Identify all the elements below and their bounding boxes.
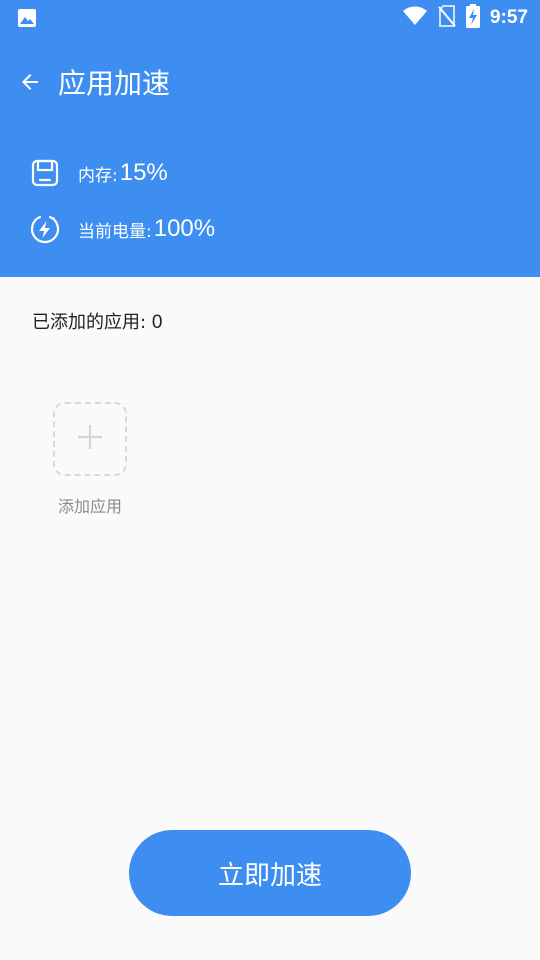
add-app-button[interactable] — [53, 402, 127, 476]
battery-label: 当前电量: — [78, 221, 152, 242]
memory-label: 内存: — [78, 165, 118, 186]
added-apps-count: 已添加的应用: 0 — [32, 311, 162, 335]
battery-value: 100% — [153, 215, 216, 242]
boost-now-button[interactable]: 立即加速 — [129, 830, 411, 916]
battery-charging-icon — [465, 4, 480, 32]
added-apps-label: 已添加的应用: — [32, 312, 147, 333]
app-screen: 9:57 应用加速 内存: 15% 当前电量: 100% 已添加的应用: 0 添… — [0, 0, 540, 960]
plus-icon — [77, 424, 103, 454]
image-icon — [17, 8, 37, 28]
status-bar: 9:57 — [0, 0, 540, 36]
toolbar: 应用加速 — [0, 56, 540, 112]
memory-value: 15% — [119, 159, 168, 186]
arrow-left-icon — [18, 70, 42, 98]
page-title: 应用加速 — [58, 67, 171, 100]
status-icons: 9:57 — [402, 4, 528, 32]
header-panel: 9:57 应用加速 内存: 15% 当前电量: 100% — [0, 0, 540, 277]
wifi-icon — [402, 6, 428, 30]
battery-stat: 当前电量: 100% — [28, 211, 215, 247]
added-apps-number: 0 — [151, 312, 163, 333]
back-button[interactable] — [10, 64, 50, 104]
memory-card-icon — [28, 156, 62, 190]
add-app-label: 添加应用 — [57, 497, 122, 516]
status-time: 9:57 — [489, 7, 528, 28]
no-sim-icon — [438, 5, 456, 31]
battery-bolt-icon — [28, 212, 62, 246]
memory-stat: 内存: 15% — [28, 155, 168, 191]
